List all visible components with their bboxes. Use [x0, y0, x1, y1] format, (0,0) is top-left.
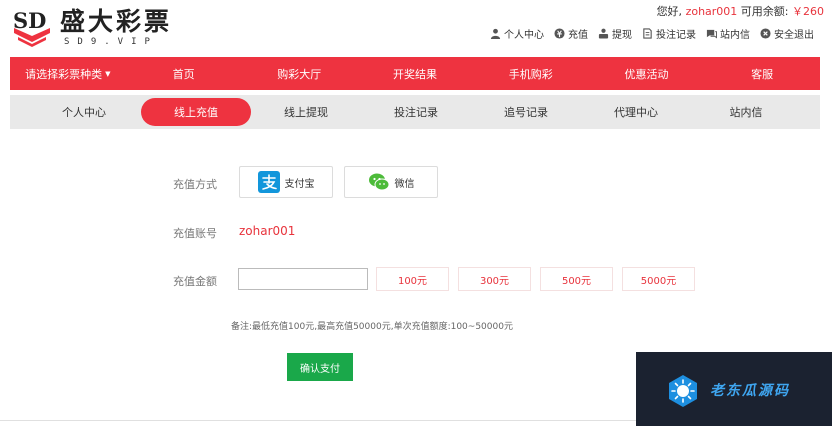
nav-lottery-hall[interactable]: 购彩大厅: [241, 57, 357, 90]
amount-preset-300[interactable]: 300元: [458, 267, 531, 291]
tab-label: 个人中心: [62, 106, 106, 119]
wechat-icon: [368, 173, 389, 191]
nav-customer-service[interactable]: 客服: [704, 57, 820, 90]
nav-mobile[interactable]: 手机购彩: [473, 57, 589, 90]
toplink-logout[interactable]: 安全退出: [760, 26, 814, 41]
tab-label: 代理中心: [614, 106, 658, 119]
amount-preset-5000[interactable]: 5000元: [622, 267, 695, 291]
pay-method-label: 支付宝: [284, 178, 315, 190]
tab-label: 站内信: [729, 106, 763, 119]
main-nav: 请选择彩票种类 ▼ 首页 购彩大厅 开奖结果 手机购彩 优惠活动 客服: [10, 57, 820, 90]
logo-mark-icon: SD: [13, 8, 50, 47]
toplink-recharge[interactable]: 充值: [554, 26, 588, 41]
nav-label: 开奖结果: [393, 67, 438, 81]
tab-user-center[interactable]: 个人中心: [29, 98, 139, 126]
amount-preset-100[interactable]: 100元: [376, 267, 449, 291]
toplink-withdraw[interactable]: 提现: [598, 26, 632, 41]
tab-chase-record[interactable]: 追号记录: [471, 98, 581, 126]
recharge-note: 备注:最低充值100元,最高充值50000元,单次充值额度:100~50000元: [231, 322, 513, 332]
greeting-prefix: 您好,: [656, 5, 686, 18]
account-links: 个人中心 充值 提现 投注记录 站内信 安全退出: [490, 26, 814, 41]
watermark-text: 老东瓜源码: [710, 383, 790, 399]
message-icon: [706, 29, 717, 39]
sub-nav: 个人中心 线上充值 线上提现 投注记录 追号记录 代理中心 站内信: [10, 95, 820, 129]
alipay-button[interactable]: 支付宝: [239, 166, 333, 198]
tab-online-recharge[interactable]: 线上充值: [141, 98, 251, 126]
pay-method-label: 微信: [394, 178, 415, 190]
toplink-user-center[interactable]: 个人中心: [490, 26, 544, 41]
tab-label: 线上充值: [174, 106, 218, 119]
nav-draw-results[interactable]: 开奖结果: [357, 57, 473, 90]
user-greeting: 您好, zohar001 可用余额: ￥260: [657, 3, 824, 19]
toplink-label: 安全退出: [774, 30, 814, 41]
logo-mark-text: SD: [13, 8, 46, 33]
toplink-label: 投注记录: [656, 30, 696, 41]
alipay-icon: [257, 171, 280, 193]
balance-label: 可用余额:: [737, 5, 792, 18]
tab-agent-center[interactable]: 代理中心: [581, 98, 691, 126]
amount-preset-500[interactable]: 500元: [540, 267, 613, 291]
toplink-label: 个人中心: [504, 30, 544, 41]
nav-promotions[interactable]: 优惠活动: [589, 57, 705, 90]
nav-label: 购彩大厅: [277, 67, 322, 81]
nav-label: 手机购彩: [508, 67, 553, 81]
tab-label: 线上提现: [284, 106, 328, 119]
toplink-label: 充值: [568, 30, 588, 41]
withdraw-icon: [598, 28, 609, 39]
tab-label: 追号记录: [504, 106, 548, 119]
tab-online-withdraw[interactable]: 线上提现: [251, 98, 361, 126]
caret-down-icon: ▼: [105, 69, 111, 78]
watermark: 老东瓜源码: [636, 352, 832, 426]
account-label: 充值账号: [173, 227, 217, 240]
user-icon: [490, 28, 501, 39]
greeting-username[interactable]: zohar001: [686, 5, 738, 18]
logo-name: 盛大彩票: [60, 7, 173, 36]
tab-messages[interactable]: 站内信: [691, 98, 801, 126]
record-icon: [643, 28, 652, 39]
toplink-bet-record[interactable]: 投注记录: [642, 26, 696, 41]
logo-domain: SD9.VIP: [64, 37, 158, 47]
site-logo[interactable]: SD 盛大彩票 SD9.VIP: [10, 6, 180, 48]
nav-label: 请选择彩票种类: [25, 67, 103, 81]
site-header: SD 盛大彩票 SD9.VIP 您好, zohar001 可用余额: ￥260 …: [0, 0, 832, 56]
tab-bet-record[interactable]: 投注记录: [361, 98, 471, 126]
account-value: zohar001: [239, 224, 296, 238]
toplink-label: 提现: [612, 30, 632, 41]
toplink-messages[interactable]: 站内信: [706, 26, 750, 41]
method-label: 充值方式: [173, 178, 217, 191]
tab-label: 投注记录: [394, 106, 438, 119]
confirm-pay-button[interactable]: 确认支付: [287, 353, 353, 381]
nav-lottery-select[interactable]: 请选择彩票种类 ▼: [10, 57, 126, 90]
logout-icon: [760, 28, 771, 39]
recharge-icon: [554, 28, 565, 39]
amount-label: 充值金额: [173, 275, 217, 288]
wechat-button[interactable]: 微信: [344, 166, 438, 198]
nav-home[interactable]: 首页: [126, 57, 242, 90]
nav-label: 首页: [172, 67, 195, 81]
toplink-label: 站内信: [720, 30, 750, 41]
nav-label: 客服: [751, 67, 774, 81]
amount-input[interactable]: [238, 268, 368, 290]
nav-label: 优惠活动: [624, 67, 669, 81]
balance-value: ￥260: [792, 5, 824, 18]
sun-icon: [669, 375, 697, 407]
